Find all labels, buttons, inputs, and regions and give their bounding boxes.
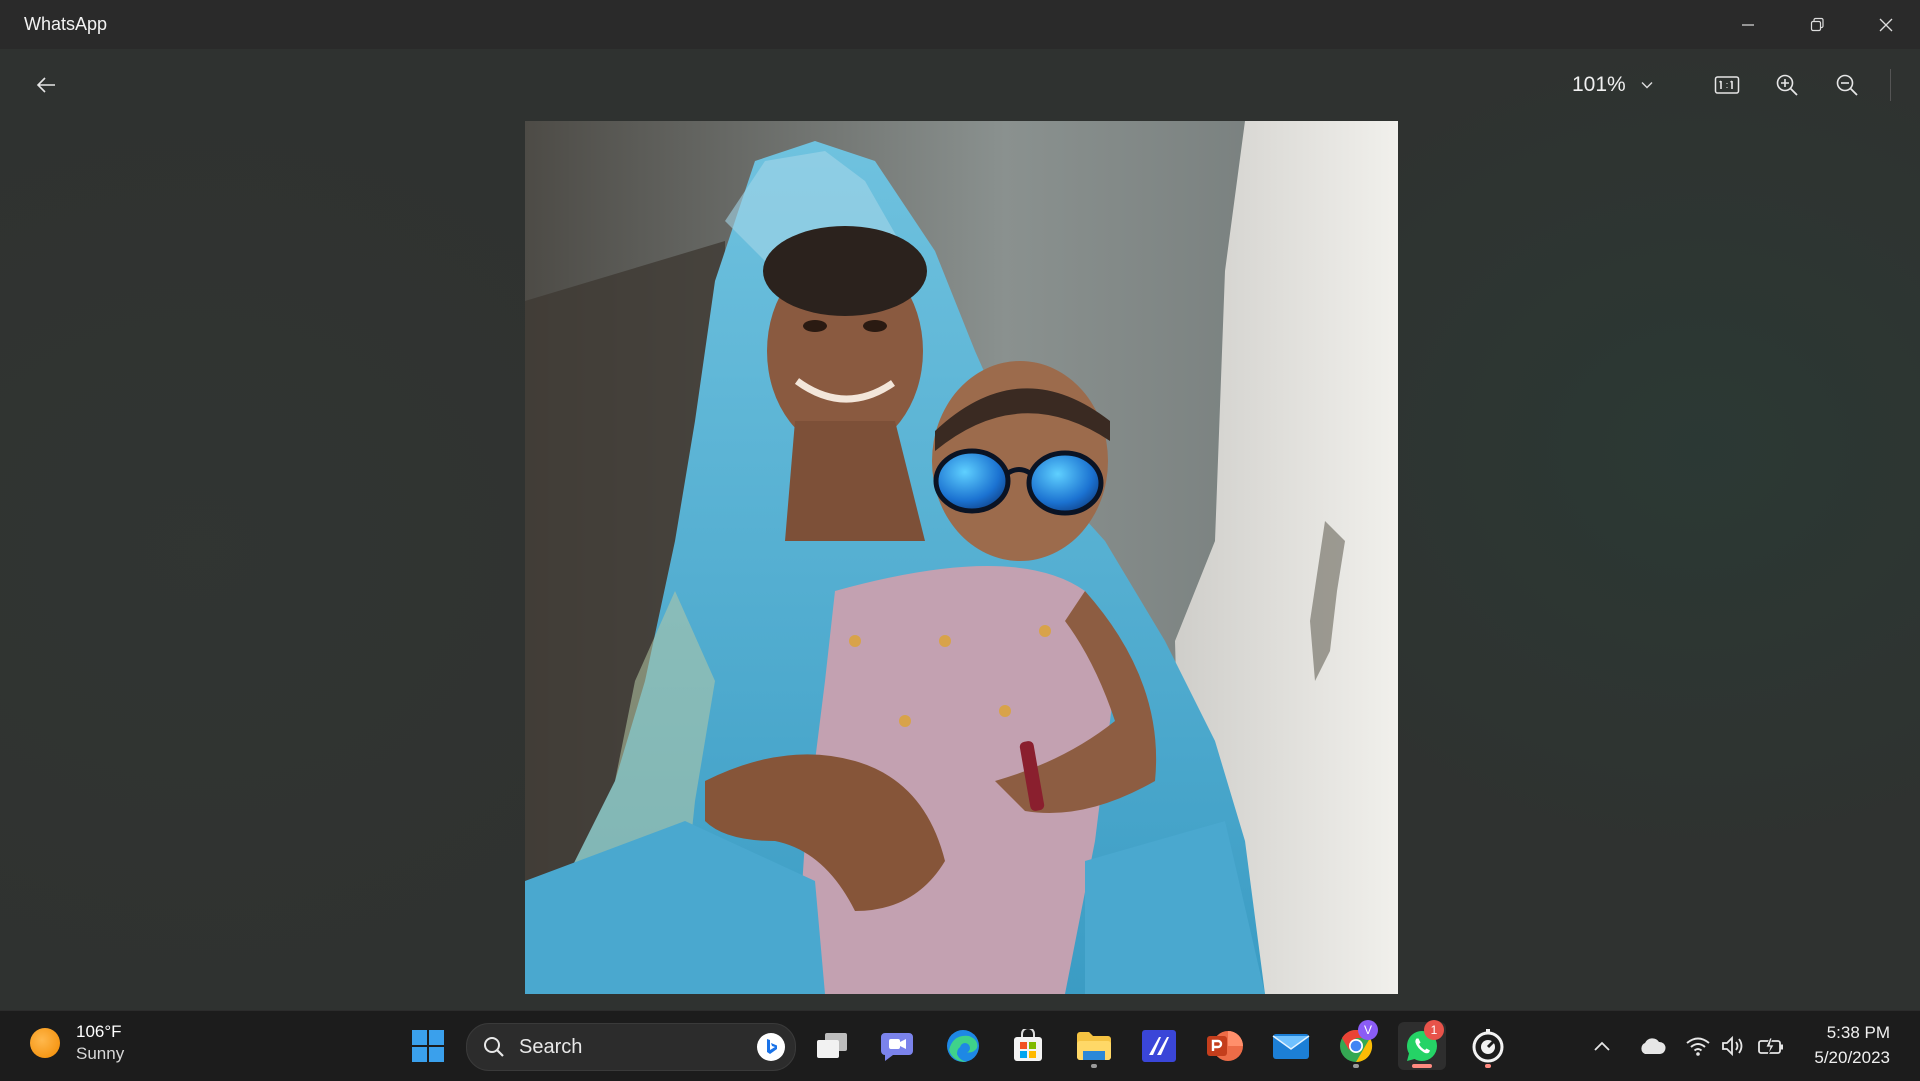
actual-size-icon xyxy=(1714,76,1740,94)
taskbar-search[interactable]: Search xyxy=(466,1023,796,1071)
chevron-up-icon xyxy=(1594,1041,1610,1051)
weather-condition: Sunny xyxy=(76,1044,125,1063)
clock-app-button[interactable] xyxy=(1464,1022,1512,1070)
wifi-button[interactable] xyxy=(1684,1030,1712,1062)
back-button[interactable] xyxy=(26,65,66,105)
clock-app-icon xyxy=(1472,1029,1504,1063)
zoom-in-button[interactable] xyxy=(1765,65,1809,105)
mail-icon xyxy=(1272,1034,1310,1059)
zoom-level-value: 101% xyxy=(1572,73,1626,96)
running-indicator xyxy=(1353,1064,1359,1068)
task-view-button[interactable] xyxy=(808,1022,856,1070)
taskbar-clock[interactable]: 5:38 PM 5/20/2023 xyxy=(1814,1020,1890,1070)
window-controls xyxy=(1713,0,1920,49)
weather-temperature: 106°F xyxy=(76,1022,122,1041)
store-button[interactable] xyxy=(1004,1022,1052,1070)
zoom-out-icon xyxy=(1836,74,1858,96)
weather-widget[interactable]: 106°F Sunny xyxy=(30,1021,124,1065)
restore-button[interactable] xyxy=(1782,0,1851,49)
image-viewer: 101% xyxy=(0,49,1920,1010)
actual-size-button[interactable] xyxy=(1705,65,1749,105)
toolbar-divider xyxy=(1890,69,1891,101)
back-arrow-icon xyxy=(36,77,55,93)
powerpoint-button[interactable] xyxy=(1201,1022,1249,1070)
minimize-icon xyxy=(1741,23,1754,26)
active-indicator xyxy=(1412,1064,1432,1068)
zoom-in-icon xyxy=(1776,74,1798,96)
edge-button[interactable] xyxy=(939,1022,987,1070)
bing-icon[interactable] xyxy=(757,1033,785,1061)
zoom-level-dropdown[interactable]: 101% xyxy=(1572,65,1672,105)
onedrive-button[interactable] xyxy=(1636,1030,1668,1062)
file-explorer-button[interactable] xyxy=(1070,1022,1118,1070)
vs-icon xyxy=(1142,1030,1176,1062)
edge-icon xyxy=(947,1030,979,1062)
chat-icon xyxy=(881,1033,913,1061)
running-indicator xyxy=(1485,1064,1491,1068)
onedrive-icon xyxy=(1641,1038,1666,1054)
battery-icon xyxy=(1758,1037,1783,1056)
viewer-toolbar: 101% xyxy=(0,49,1920,121)
store-icon xyxy=(1014,1029,1042,1061)
chevron-down-icon xyxy=(1640,78,1654,92)
mail-button[interactable] xyxy=(1267,1022,1315,1070)
search-icon xyxy=(483,1036,505,1058)
whatsapp-button[interactable]: 1 xyxy=(1398,1020,1446,1070)
windows-logo-icon xyxy=(412,1030,444,1062)
restore-icon xyxy=(1810,17,1824,31)
battery-button[interactable] xyxy=(1756,1030,1786,1062)
volume-button[interactable] xyxy=(1720,1030,1748,1062)
chrome-button[interactable]: V xyxy=(1332,1020,1380,1070)
taskbar: 106°F Sunny Search V 1 5:38 PM 5/20/2023 xyxy=(0,1010,1920,1081)
chrome-profile-badge: V xyxy=(1358,1020,1378,1040)
volume-icon xyxy=(1722,1035,1743,1057)
powerpoint-icon xyxy=(1207,1031,1243,1061)
sun-icon xyxy=(30,1028,60,1058)
close-button[interactable] xyxy=(1851,0,1920,49)
start-button[interactable] xyxy=(404,1022,452,1070)
folder-icon xyxy=(1077,1032,1111,1060)
zoom-out-button[interactable] xyxy=(1825,65,1869,105)
task-view-icon xyxy=(817,1033,847,1058)
running-indicator xyxy=(1091,1064,1097,1068)
window-title-bar: WhatsApp xyxy=(0,0,1920,49)
photo-image xyxy=(525,121,1398,994)
clock-date: 5/20/2023 xyxy=(1814,1048,1890,1067)
close-icon xyxy=(1879,18,1892,31)
displayed-photo xyxy=(525,121,1398,994)
clock-time: 5:38 PM xyxy=(1826,1023,1890,1042)
chat-button[interactable] xyxy=(873,1022,921,1070)
search-label: Search xyxy=(519,1035,583,1058)
whatsapp-notification-badge: 1 xyxy=(1424,1020,1444,1040)
show-hidden-icons-button[interactable] xyxy=(1590,1030,1614,1062)
visual-studio-button[interactable] xyxy=(1135,1022,1183,1070)
window-title: WhatsApp xyxy=(24,14,108,34)
wifi-icon xyxy=(1686,1037,1710,1056)
minimize-button[interactable] xyxy=(1713,0,1782,49)
